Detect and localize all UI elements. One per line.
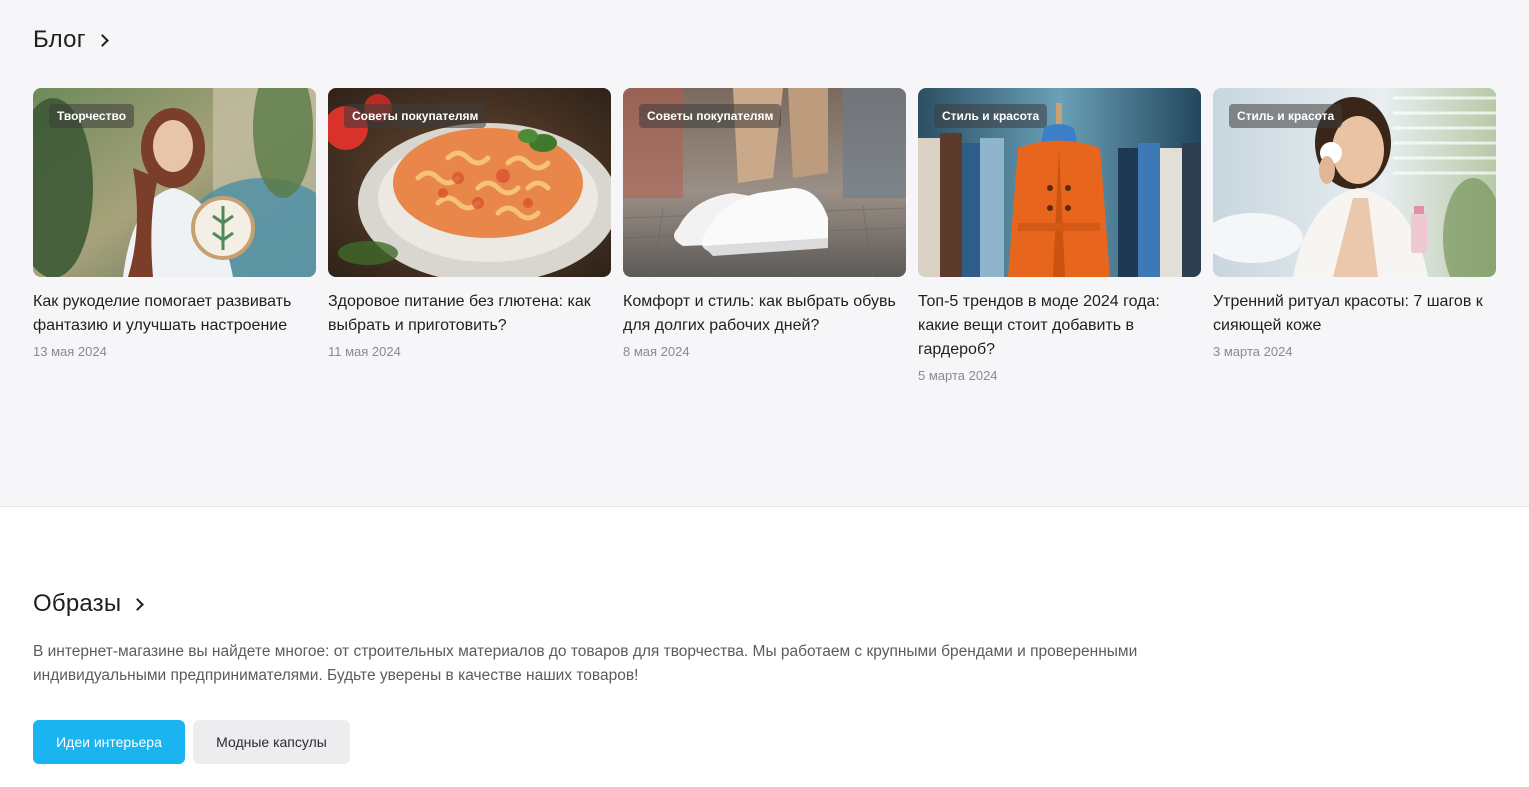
blog-section: Блог Творчество Как рукоделие помогает р… (0, 0, 1529, 507)
blog-card-image[interactable]: Советы покупателям (623, 88, 906, 277)
blog-card-date: 3 марта 2024 (1213, 344, 1293, 359)
looks-description: В интернет-магазине вы найдете многое: о… (33, 643, 1138, 684)
category-tag[interactable]: Творчество (49, 104, 135, 128)
category-tag[interactable]: Советы покупателям (639, 104, 782, 128)
interior-ideas-button[interactable]: Идеи интерьера (33, 720, 185, 764)
blog-card-image[interactable]: Советы покупателям (328, 88, 611, 277)
blog-card-date: 11 мая 2024 (328, 344, 401, 359)
looks-filter-buttons: Идеи интерьера Модные капсулы (33, 720, 350, 764)
blog-card[interactable]: Стиль и красота Топ-5 трендов в моде 202… (918, 88, 1201, 385)
blog-card-date: 5 марта 2024 (918, 368, 998, 383)
blog-cards: Творчество Как рукоделие помогает развив… (33, 88, 1496, 385)
blog-card-title[interactable]: Комфорт и стиль: как выбрать обувь для д… (623, 290, 906, 338)
blog-card[interactable]: Творчество Как рукоделие помогает развив… (33, 88, 316, 385)
looks-section-link[interactable]: Образы (33, 590, 145, 618)
blog-card[interactable]: Стиль и красота Утренний ритуал красоты:… (1213, 88, 1496, 385)
blog-card-image[interactable]: Творчество (33, 88, 316, 277)
category-tag[interactable]: Стиль и красота (1229, 104, 1343, 128)
blog-card[interactable]: Советы покупателям Здоровое питание без … (328, 88, 611, 385)
category-tag[interactable]: Стиль и красота (934, 104, 1048, 128)
looks-title: Образы (33, 590, 122, 617)
blog-card-title[interactable]: Топ-5 трендов в моде 2024 года: какие ве… (918, 290, 1201, 362)
category-tag[interactable]: Советы покупателям (344, 104, 487, 128)
blog-title: Блог (33, 26, 86, 53)
chevron-right-icon (95, 34, 109, 47)
blog-card-image[interactable]: Стиль и красота (918, 88, 1201, 277)
blog-section-link[interactable]: Блог (33, 26, 109, 54)
blog-card-date: 8 мая 2024 (623, 344, 690, 359)
blog-card-title[interactable]: Как рукоделие помогает развивать фантази… (33, 290, 316, 338)
fashion-capsules-button[interactable]: Модные капсулы (193, 720, 350, 764)
blog-card-image[interactable]: Стиль и красота (1213, 88, 1496, 277)
chevron-right-icon (131, 598, 145, 611)
blog-card-title[interactable]: Здоровое питание без глютена: как выбрат… (328, 290, 611, 338)
blog-card-date: 13 мая 2024 (33, 344, 107, 359)
blog-card-title[interactable]: Утренний ритуал красоты: 7 шагов к сияющ… (1213, 290, 1496, 338)
blog-card[interactable]: Советы покупателям Комфорт и стиль: как … (623, 88, 906, 385)
